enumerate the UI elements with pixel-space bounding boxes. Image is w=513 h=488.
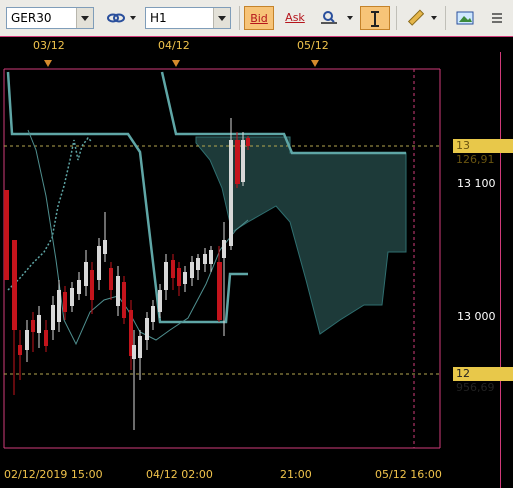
date-label: 05/12 [297, 39, 329, 52]
timeframe-value: H1 [150, 11, 167, 25]
properties-button[interactable] [486, 6, 508, 30]
price-chart[interactable] [0, 52, 500, 488]
bid-label: Bid [250, 12, 268, 25]
time-label: 02/12/2019 15:00 [4, 468, 103, 481]
chikou-span [7, 136, 93, 291]
toolbar-separator [396, 6, 397, 30]
link-button[interactable] [103, 6, 129, 30]
chevron-down-icon[interactable] [213, 8, 230, 28]
zoom-menu-caret[interactable] [347, 16, 353, 20]
picture-button[interactable] [452, 6, 478, 30]
current-price-label: 13 126,91 [453, 139, 513, 166]
time-label: 05/12 16:00 [375, 468, 442, 481]
date-marker [44, 60, 52, 67]
toolbar-separator [239, 6, 240, 30]
price-scale-rail [500, 52, 513, 488]
date-label: 03/12 [33, 39, 65, 52]
symbol-value: GER30 [11, 11, 52, 25]
ask-button[interactable]: Ask [280, 6, 310, 30]
crosshair-button[interactable] [360, 6, 390, 30]
chart-toolbar: GER30 H1 Bid Ask [0, 0, 513, 37]
ruler-menu-caret[interactable] [431, 16, 437, 20]
zoom-chart-icon [321, 11, 337, 24]
price-tick: 13 000 [457, 310, 496, 323]
bid-button[interactable]: Bid [244, 6, 274, 30]
date-scale-top: 03/12 04/12 05/12 [0, 36, 513, 53]
price-level-label: 12 956,69 [453, 367, 513, 394]
price-tick: 13 100 [457, 177, 496, 190]
chain-link-icon [107, 13, 125, 23]
picture-icon [456, 11, 474, 25]
zoom-button[interactable] [314, 6, 344, 30]
toolbar-separator [445, 6, 446, 30]
link-menu-caret[interactable] [130, 16, 136, 20]
date-marker [311, 60, 319, 67]
timeframe-select[interactable]: H1 [145, 7, 231, 29]
date-marker [172, 60, 180, 67]
kijun-line [6, 71, 248, 324]
cursor-icon [371, 11, 379, 27]
chevron-down-icon[interactable] [76, 8, 93, 28]
symbol-select[interactable]: GER30 [6, 7, 94, 29]
ruler-button[interactable] [402, 6, 428, 30]
time-label: 21:00 [280, 468, 312, 481]
time-label: 04/12 02:00 [146, 468, 213, 481]
ruler-icon [407, 9, 425, 26]
list-settings-icon [492, 13, 502, 23]
date-label: 04/12 [158, 39, 190, 52]
ask-label: Ask [285, 11, 305, 24]
